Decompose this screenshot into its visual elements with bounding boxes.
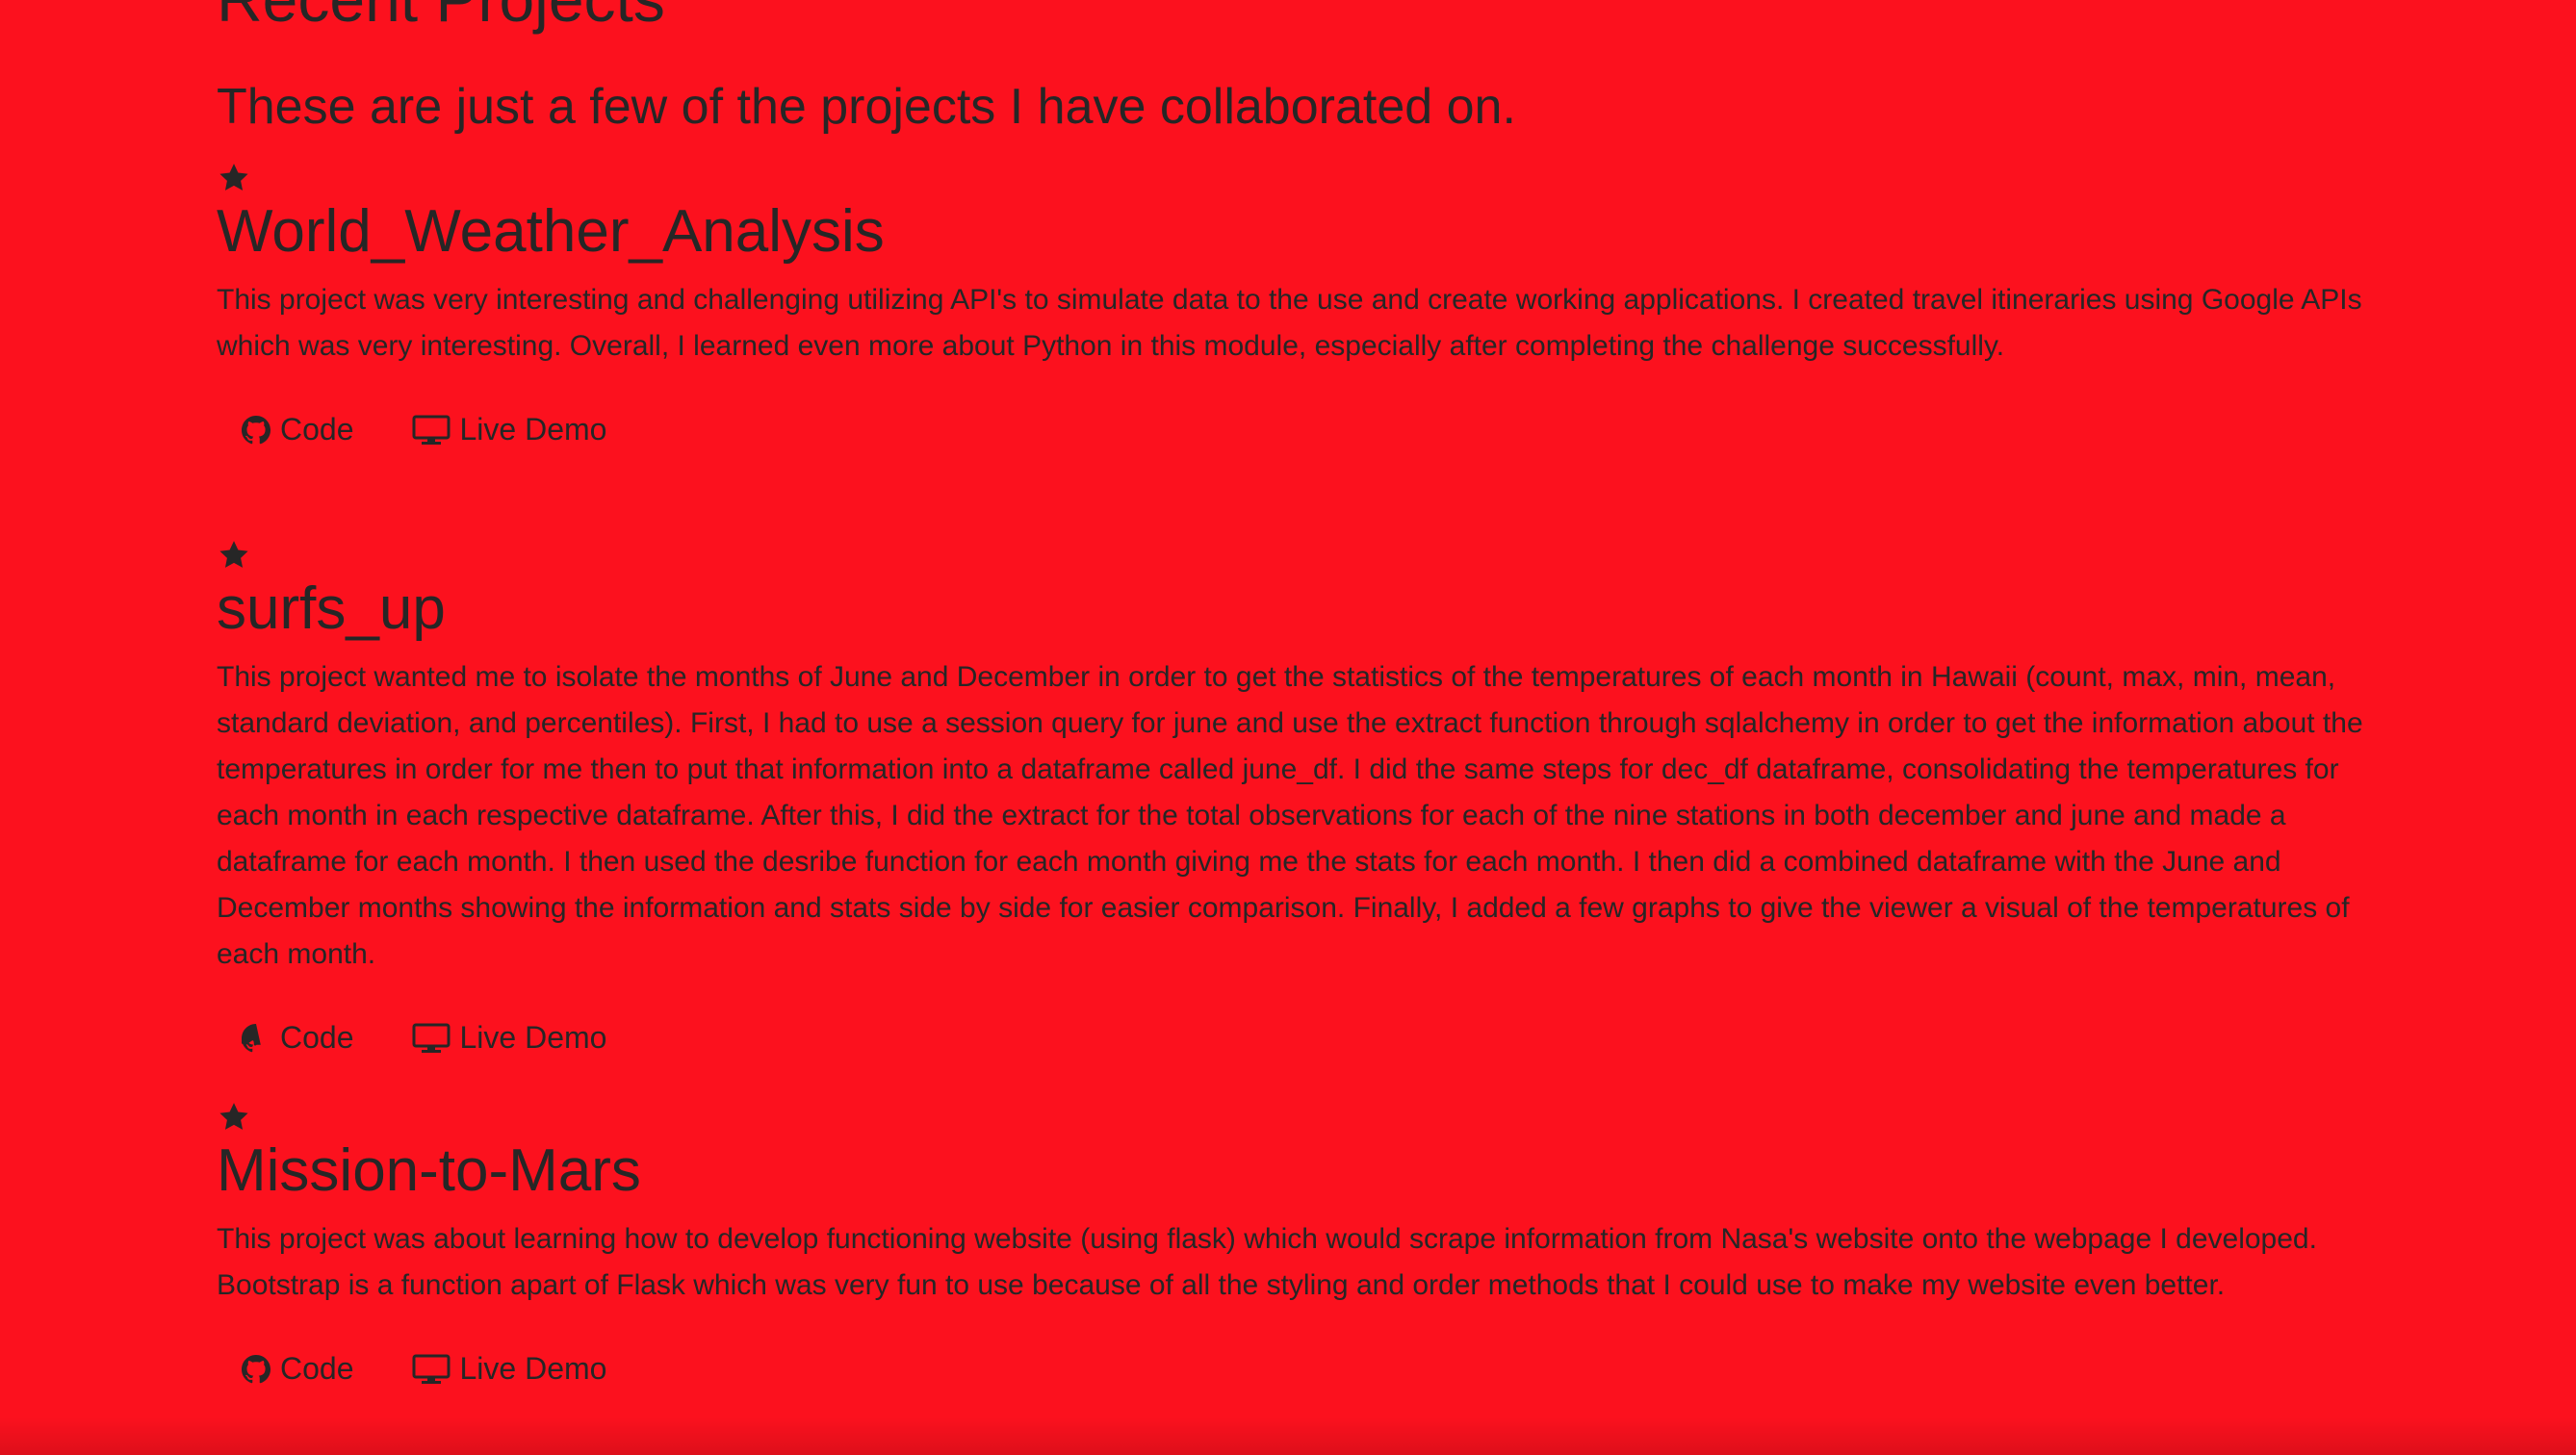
star-icon xyxy=(219,164,248,191)
code-link-label: Code xyxy=(280,412,354,447)
star-icon xyxy=(219,1103,248,1130)
project-card: surfs_up This project wanted me to isola… xyxy=(217,539,2363,1056)
desktop-icon xyxy=(412,1023,450,1053)
github-icon xyxy=(242,1354,270,1384)
live-demo-link-label: Live Demo xyxy=(459,1351,607,1387)
bottom-shadow xyxy=(0,1417,2576,1455)
project-title: Mission-to-Mars xyxy=(217,1137,641,1204)
project-title: World_Weather_Analysis xyxy=(217,198,885,265)
code-link-label: Code xyxy=(280,1351,354,1387)
project-links: Code Live Demo xyxy=(217,1351,2363,1387)
desktop-icon xyxy=(412,1354,450,1384)
live-demo-link[interactable]: Live Demo xyxy=(412,1020,607,1056)
section-title: Recent Projects xyxy=(217,0,665,38)
project-links: Code Live Demo xyxy=(217,412,2363,447)
code-link[interactable]: Code xyxy=(242,1020,354,1056)
live-demo-link-label: Live Demo xyxy=(459,1020,607,1056)
project-description: This project was very interesting and ch… xyxy=(217,284,2362,363)
live-demo-link[interactable]: Live Demo xyxy=(412,1351,607,1387)
page: Recent Projects These are just a few of … xyxy=(0,0,2576,1455)
project-card: Mission-to-Mars This project was about l… xyxy=(217,1101,2363,1387)
project-title: surfs_up xyxy=(217,575,446,642)
star-icon xyxy=(219,541,248,568)
project-description: This project wanted me to isolate the mo… xyxy=(217,661,2363,971)
project-links: Code Live Demo xyxy=(217,1020,2363,1056)
live-demo-link-label: Live Demo xyxy=(459,412,607,447)
github-icon xyxy=(242,1023,261,1053)
github-icon xyxy=(242,415,270,445)
project-card: World_Weather_Analysis This project was … xyxy=(217,162,2363,447)
desktop-icon xyxy=(412,415,450,445)
code-link[interactable]: Code xyxy=(242,1351,354,1387)
code-link-label: Code xyxy=(280,1020,354,1056)
live-demo-link[interactable]: Live Demo xyxy=(412,412,607,447)
section-subtitle: These are just a few of the projects I h… xyxy=(217,79,1516,135)
project-description: This project was about learning how to d… xyxy=(217,1223,2317,1302)
code-link[interactable]: Code xyxy=(242,412,354,447)
